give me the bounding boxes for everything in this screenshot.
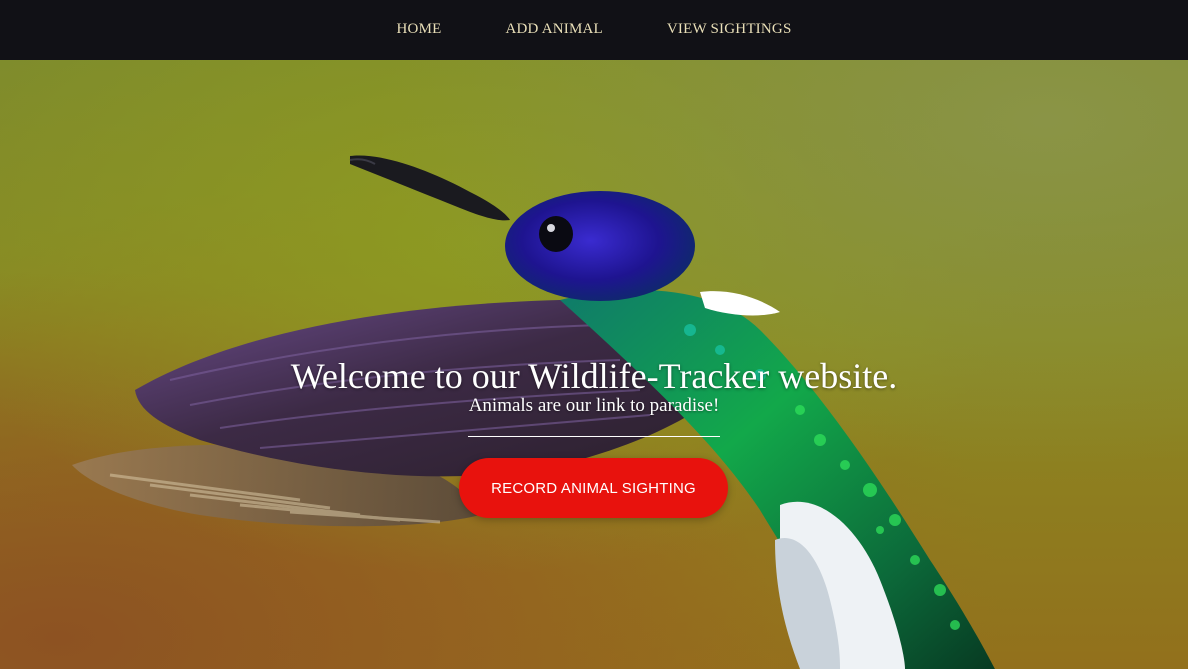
nav-home-link[interactable]: HOME — [397, 21, 442, 38]
hero-title: Welcome to our Wildlife-Tracker website. — [290, 356, 898, 396]
hero-subtitle: Animals are our link to paradise! — [468, 395, 720, 416]
hero-divider — [468, 436, 720, 437]
hero-section: Welcome to our Wildlife-Tracker website.… — [0, 60, 1188, 669]
nav-view-sightings-link[interactable]: VIEW SIGHTINGS — [667, 21, 792, 38]
record-animal-sighting-button[interactable]: RECORD ANIMAL SIGHTING — [459, 458, 728, 518]
hero-content: Welcome to our Wildlife-Tracker website.… — [0, 60, 1188, 669]
nav-add-animal-link[interactable]: ADD ANIMAL — [505, 21, 602, 38]
top-navbar: HOME ADD ANIMAL VIEW SIGHTINGS — [0, 0, 1188, 60]
